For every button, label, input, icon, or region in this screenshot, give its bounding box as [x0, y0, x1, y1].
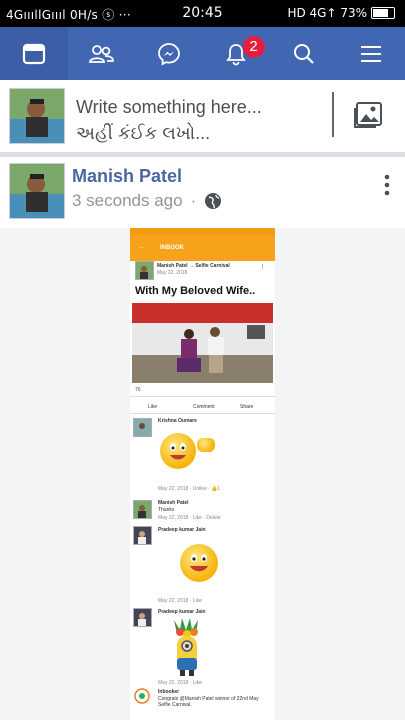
embedded-comment-time: May 22, 2018 · Like [158, 680, 202, 686]
menu-icon [361, 45, 382, 62]
embedded-post-date: May 22, 2018 [157, 270, 188, 276]
embedded-commenter-avatar [133, 500, 152, 519]
post-meta: 3 seconds ago · [72, 191, 222, 211]
battery-icon [371, 7, 395, 19]
tab-menu[interactable] [338, 27, 405, 80]
embedded-minion-sticker [174, 618, 198, 676]
news-feed-icon [22, 43, 45, 64]
tab-friends[interactable] [68, 27, 136, 80]
embedded-comment-time: May 22, 2018 · Unlike · 👍1 [158, 486, 221, 492]
author-avatar[interactable] [9, 163, 65, 219]
system-indicators: HD 4G↑ 73% [287, 6, 395, 20]
messenger-icon [157, 42, 180, 66]
composer-input[interactable]: Write something here... અહીં કંઈક લખો... [76, 94, 262, 146]
embedded-comment-action: Comment [193, 404, 215, 410]
embedded-status-bar [130, 228, 275, 235]
embedded-comment-name: Krishna Oumare [158, 418, 197, 424]
embedded-comment-name: Pradeep kumar Jain [158, 527, 206, 533]
more-options-icon[interactable] [383, 174, 391, 196]
embedded-back-icon: ← [138, 244, 145, 251]
embedded-comment-text: Congrats @Manish Patel winner of 22nd Ma… [158, 696, 259, 708]
status-bar: 4GıııllGıııl 0H/s ⓢ ··· 20:45 HD 4G↑ 73% [0, 0, 405, 27]
embedded-smiley-sticker [160, 433, 196, 469]
embedded-more-icon: ⋮ [260, 264, 265, 270]
embedded-app-title: INBOOK [160, 245, 184, 251]
notification-badge: 2 [242, 36, 265, 58]
search-icon [293, 43, 314, 64]
tab-search[interactable] [270, 27, 338, 80]
embedded-poster: Manish Patel → Selfie Carnival [157, 263, 230, 269]
embedded-commenter-avatar [133, 526, 152, 545]
composer-placeholder-gujarati: અહીં કંઈક લખો... [76, 123, 211, 143]
top-navigation-bar: 2 [0, 27, 405, 80]
tab-notifications[interactable]: 2 [203, 27, 271, 80]
tab-messenger[interactable] [135, 27, 203, 80]
embedded-couple-photo [132, 303, 273, 383]
tab-news-feed[interactable] [0, 27, 68, 80]
embedded-comment-time: May 22, 2018 · Like [158, 598, 202, 604]
shared-screenshot-image[interactable]: ← INBOOK Manish Patel → Selfie Carnival … [130, 228, 275, 720]
photo-upload-icon[interactable] [352, 100, 384, 132]
post-timestamp[interactable]: 3 seconds ago [72, 191, 183, 211]
composer-placeholder: Write something here... [76, 97, 262, 117]
embedded-waving-hand [197, 438, 215, 452]
user-avatar[interactable] [9, 88, 65, 144]
embedded-app-header: ← INBOOK [130, 235, 275, 261]
embedded-comment-name: Manish Patel [158, 500, 189, 506]
embedded-like-action: Like [148, 404, 158, 410]
meta-separator: · [190, 191, 197, 210]
friends-icon [89, 44, 115, 63]
embedded-share-action: Share [240, 404, 254, 410]
embedded-comment-text: Thanks [158, 507, 175, 513]
embedded-inbooker-logo [134, 688, 150, 704]
network-status: HD 4G↑ 73% [287, 6, 367, 20]
post-author[interactable]: Manish Patel [72, 166, 182, 187]
embedded-poster-avatar [135, 261, 154, 280]
composer-divider [332, 92, 334, 137]
embedded-commenter-avatar [133, 418, 152, 437]
embedded-comment-name: Pradeep kumar Jain [158, 609, 206, 615]
embedded-comment-time: May 22, 2018 · Like · Delete [158, 515, 221, 521]
embedded-caption: With My Beloved Wife.. [135, 285, 256, 297]
embedded-comment-name: Inbooker [158, 689, 180, 695]
globe-icon [205, 193, 222, 209]
embedded-smiley-sticker [180, 544, 218, 582]
embedded-reaction-count: 76 [135, 387, 141, 393]
embedded-commenter-avatar [133, 608, 152, 627]
